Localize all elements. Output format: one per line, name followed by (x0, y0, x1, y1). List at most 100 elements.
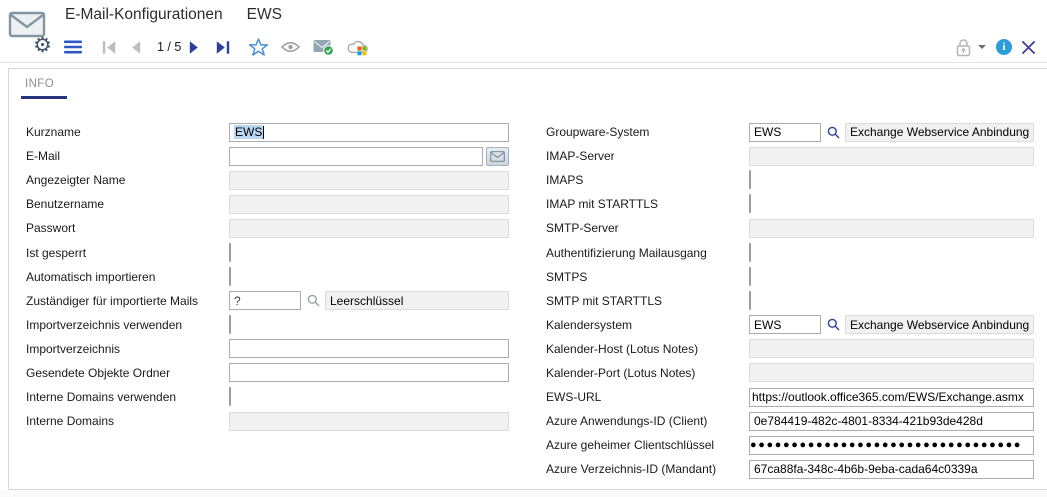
nav-last-icon[interactable] (216, 37, 230, 57)
header-right-controls: i (955, 37, 1035, 57)
email-input[interactable] (229, 147, 483, 166)
interne-domains-verwenden-label: Interne Domains verwenden (26, 390, 229, 404)
field-row-smtp-server: SMTP-Server (546, 216, 1034, 240)
zustaendiger-display-value: Leerschlüssel (330, 294, 403, 308)
nav-previous-icon[interactable] (130, 37, 141, 57)
send-mail-button[interactable] (486, 147, 509, 166)
mail-check-icon[interactable] (313, 37, 334, 57)
groupware-system-key-input[interactable]: EWS (749, 123, 821, 142)
field-row-azure-client-id: Azure Anwendungs-ID (Client) 0e784419-48… (546, 409, 1034, 433)
groupware-system-display-value: Exchange Webservice Anbindung (850, 125, 1029, 139)
azure-client-id-label: Azure Anwendungs-ID (Client) (546, 414, 749, 428)
tab-info-underline (21, 96, 67, 99)
form-column-left: Kurzname EWS E-Mail (26, 120, 509, 433)
field-row-gesendete-objekte: Gesendete Objekte Ordner (26, 361, 509, 385)
passwort-label: Passwort (26, 221, 229, 235)
gesendete-objekte-input[interactable] (229, 363, 509, 382)
nav-next-icon[interactable] (189, 37, 200, 57)
ews-url-value: https://outlook.office365.com/EWS/Exchan… (752, 390, 1024, 404)
close-icon[interactable] (1022, 37, 1035, 57)
azure-tenant-id-input[interactable]: 67ca88fa-348c-4b6b-9eba-cada64c0339a (749, 460, 1034, 479)
imap-starttls-checkbox[interactable] (749, 194, 751, 213)
azure-secret-input[interactable]: ●●●●●●●●●●●●●●●●●●●●●●●●●●●●●●●●● (749, 436, 1034, 455)
importverzeichnis-input[interactable] (229, 339, 509, 358)
zustaendiger-label: Zuständiger für importierte Mails (26, 294, 229, 308)
smtp-starttls-checkbox[interactable] (749, 291, 751, 310)
importverzeichnis-verwenden-label: Importverzeichnis verwenden (26, 318, 229, 332)
benutzername-label: Benutzername (26, 197, 229, 211)
ews-url-input[interactable]: https://outlook.office365.com/EWS/Exchan… (749, 388, 1034, 407)
app-icon: ⚙ (8, 8, 54, 56)
field-row-interne-domains: Interne Domains (26, 409, 509, 433)
zustaendiger-lookup-icon[interactable] (307, 294, 320, 307)
page-indicator: 1 / 5 (157, 40, 181, 54)
kalendersystem-lookup-icon[interactable] (827, 318, 840, 331)
field-row-kurzname: Kurzname EWS (26, 120, 509, 144)
imap-server-input (749, 147, 1034, 166)
kalender-host-label: Kalender-Host (Lotus Notes) (546, 342, 749, 356)
ist-gesperrt-checkbox[interactable] (229, 243, 231, 262)
smtps-checkbox[interactable] (749, 267, 751, 286)
kalendersystem-key-input[interactable]: EWS (749, 315, 821, 334)
field-row-imaps: IMAPS (546, 168, 1034, 192)
field-row-imap-server: IMAP-Server (546, 144, 1034, 168)
field-row-angezeigter-name: Angezeigter Name (26, 168, 509, 192)
groupware-system-display-field: Exchange Webservice Anbindung (845, 123, 1034, 142)
field-row-interne-domains-verwenden: Interne Domains verwenden (26, 385, 509, 409)
interne-domains-input (229, 412, 509, 431)
automatisch-importieren-label: Automatisch importieren (26, 270, 229, 284)
page-title: E-Mail-Konfigurationen (65, 6, 223, 24)
groupware-system-label: Groupware-System (546, 125, 749, 139)
groupware-system-key-value: EWS (754, 125, 781, 139)
field-row-azure-secret: Azure geheimer Clientschlüssel ●●●●●●●●●… (546, 433, 1034, 457)
benutzername-input (229, 195, 509, 214)
smtp-server-label: SMTP-Server (546, 221, 749, 235)
tab-info[interactable]: INFO (23, 78, 67, 99)
interne-domains-verwenden-checkbox[interactable] (229, 387, 231, 406)
cloud-apps-icon[interactable] (347, 37, 369, 57)
menu-hamburger-icon[interactable] (64, 37, 82, 57)
auth-mailausgang-checkbox[interactable] (749, 243, 751, 262)
field-row-kalender-host: Kalender-Host (Lotus Notes) (546, 337, 1034, 361)
kalender-port-label: Kalender-Port (Lotus Notes) (546, 366, 749, 380)
importverzeichnis-verwenden-checkbox[interactable] (229, 315, 231, 334)
kalendersystem-key-value: EWS (754, 318, 781, 332)
zustaendiger-key-input[interactable]: ? (229, 291, 301, 310)
field-row-passwort: Passwort (26, 216, 509, 240)
azure-client-id-value: 0e784419-482c-4801-8334-421b93de428d (754, 414, 983, 428)
email-label: E-Mail (26, 149, 229, 163)
preview-eye-icon[interactable] (281, 37, 300, 57)
content-panel: INFO Kurzname EWS E-Mail (8, 68, 1047, 490)
header-divider (0, 62, 1047, 63)
field-row-automatisch-importieren: Automatisch importieren (26, 265, 509, 289)
azure-secret-masked-value: ●●●●●●●●●●●●●●●●●●●●●●●●●●●●●●●●● (750, 439, 1022, 451)
field-row-importverzeichnis: Importverzeichnis (26, 337, 509, 361)
angezeigter-name-label: Angezeigter Name (26, 173, 229, 187)
interne-domains-label: Interne Domains (26, 414, 229, 428)
kurzname-selected-text: EWS (234, 125, 263, 139)
kalendersystem-display-value: Exchange Webservice Anbindung (850, 318, 1029, 332)
lock-icon[interactable] (955, 37, 972, 57)
text-cursor (263, 126, 264, 139)
field-row-smtp-starttls: SMTP mit STARTTLS (546, 289, 1034, 313)
gesendete-objekte-label: Gesendete Objekte Ordner (26, 366, 229, 380)
azure-tenant-id-value: 67ca88fa-348c-4b6b-9eba-cada64c0339a (754, 462, 978, 476)
groupware-system-lookup-icon[interactable] (827, 126, 840, 139)
lock-dropdown-caret-icon[interactable] (978, 45, 986, 49)
field-row-kalender-port: Kalender-Port (Lotus Notes) (546, 361, 1034, 385)
favorite-star-icon[interactable] (249, 37, 268, 57)
kalendersystem-label: Kalendersystem (546, 318, 749, 332)
field-row-smtps: SMTPS (546, 265, 1034, 289)
imaps-checkbox[interactable] (749, 170, 751, 189)
kalendersystem-display-field: Exchange Webservice Anbindung (845, 315, 1034, 334)
zustaendiger-display-field: Leerschlüssel (325, 291, 509, 310)
field-row-ist-gesperrt: Ist gesperrt (26, 240, 509, 264)
automatisch-importieren-checkbox[interactable] (229, 267, 231, 286)
titlebar: E-Mail-Konfigurationen EWS (65, 6, 282, 24)
azure-client-id-input[interactable]: 0e784419-482c-4801-8334-421b93de428d (749, 412, 1034, 431)
imaps-label: IMAPS (546, 173, 749, 187)
kurzname-input[interactable]: EWS (229, 123, 509, 142)
info-icon[interactable]: i (996, 39, 1012, 55)
field-row-imap-starttls: IMAP mit STARTTLS (546, 192, 1034, 216)
nav-first-icon[interactable] (102, 37, 116, 57)
